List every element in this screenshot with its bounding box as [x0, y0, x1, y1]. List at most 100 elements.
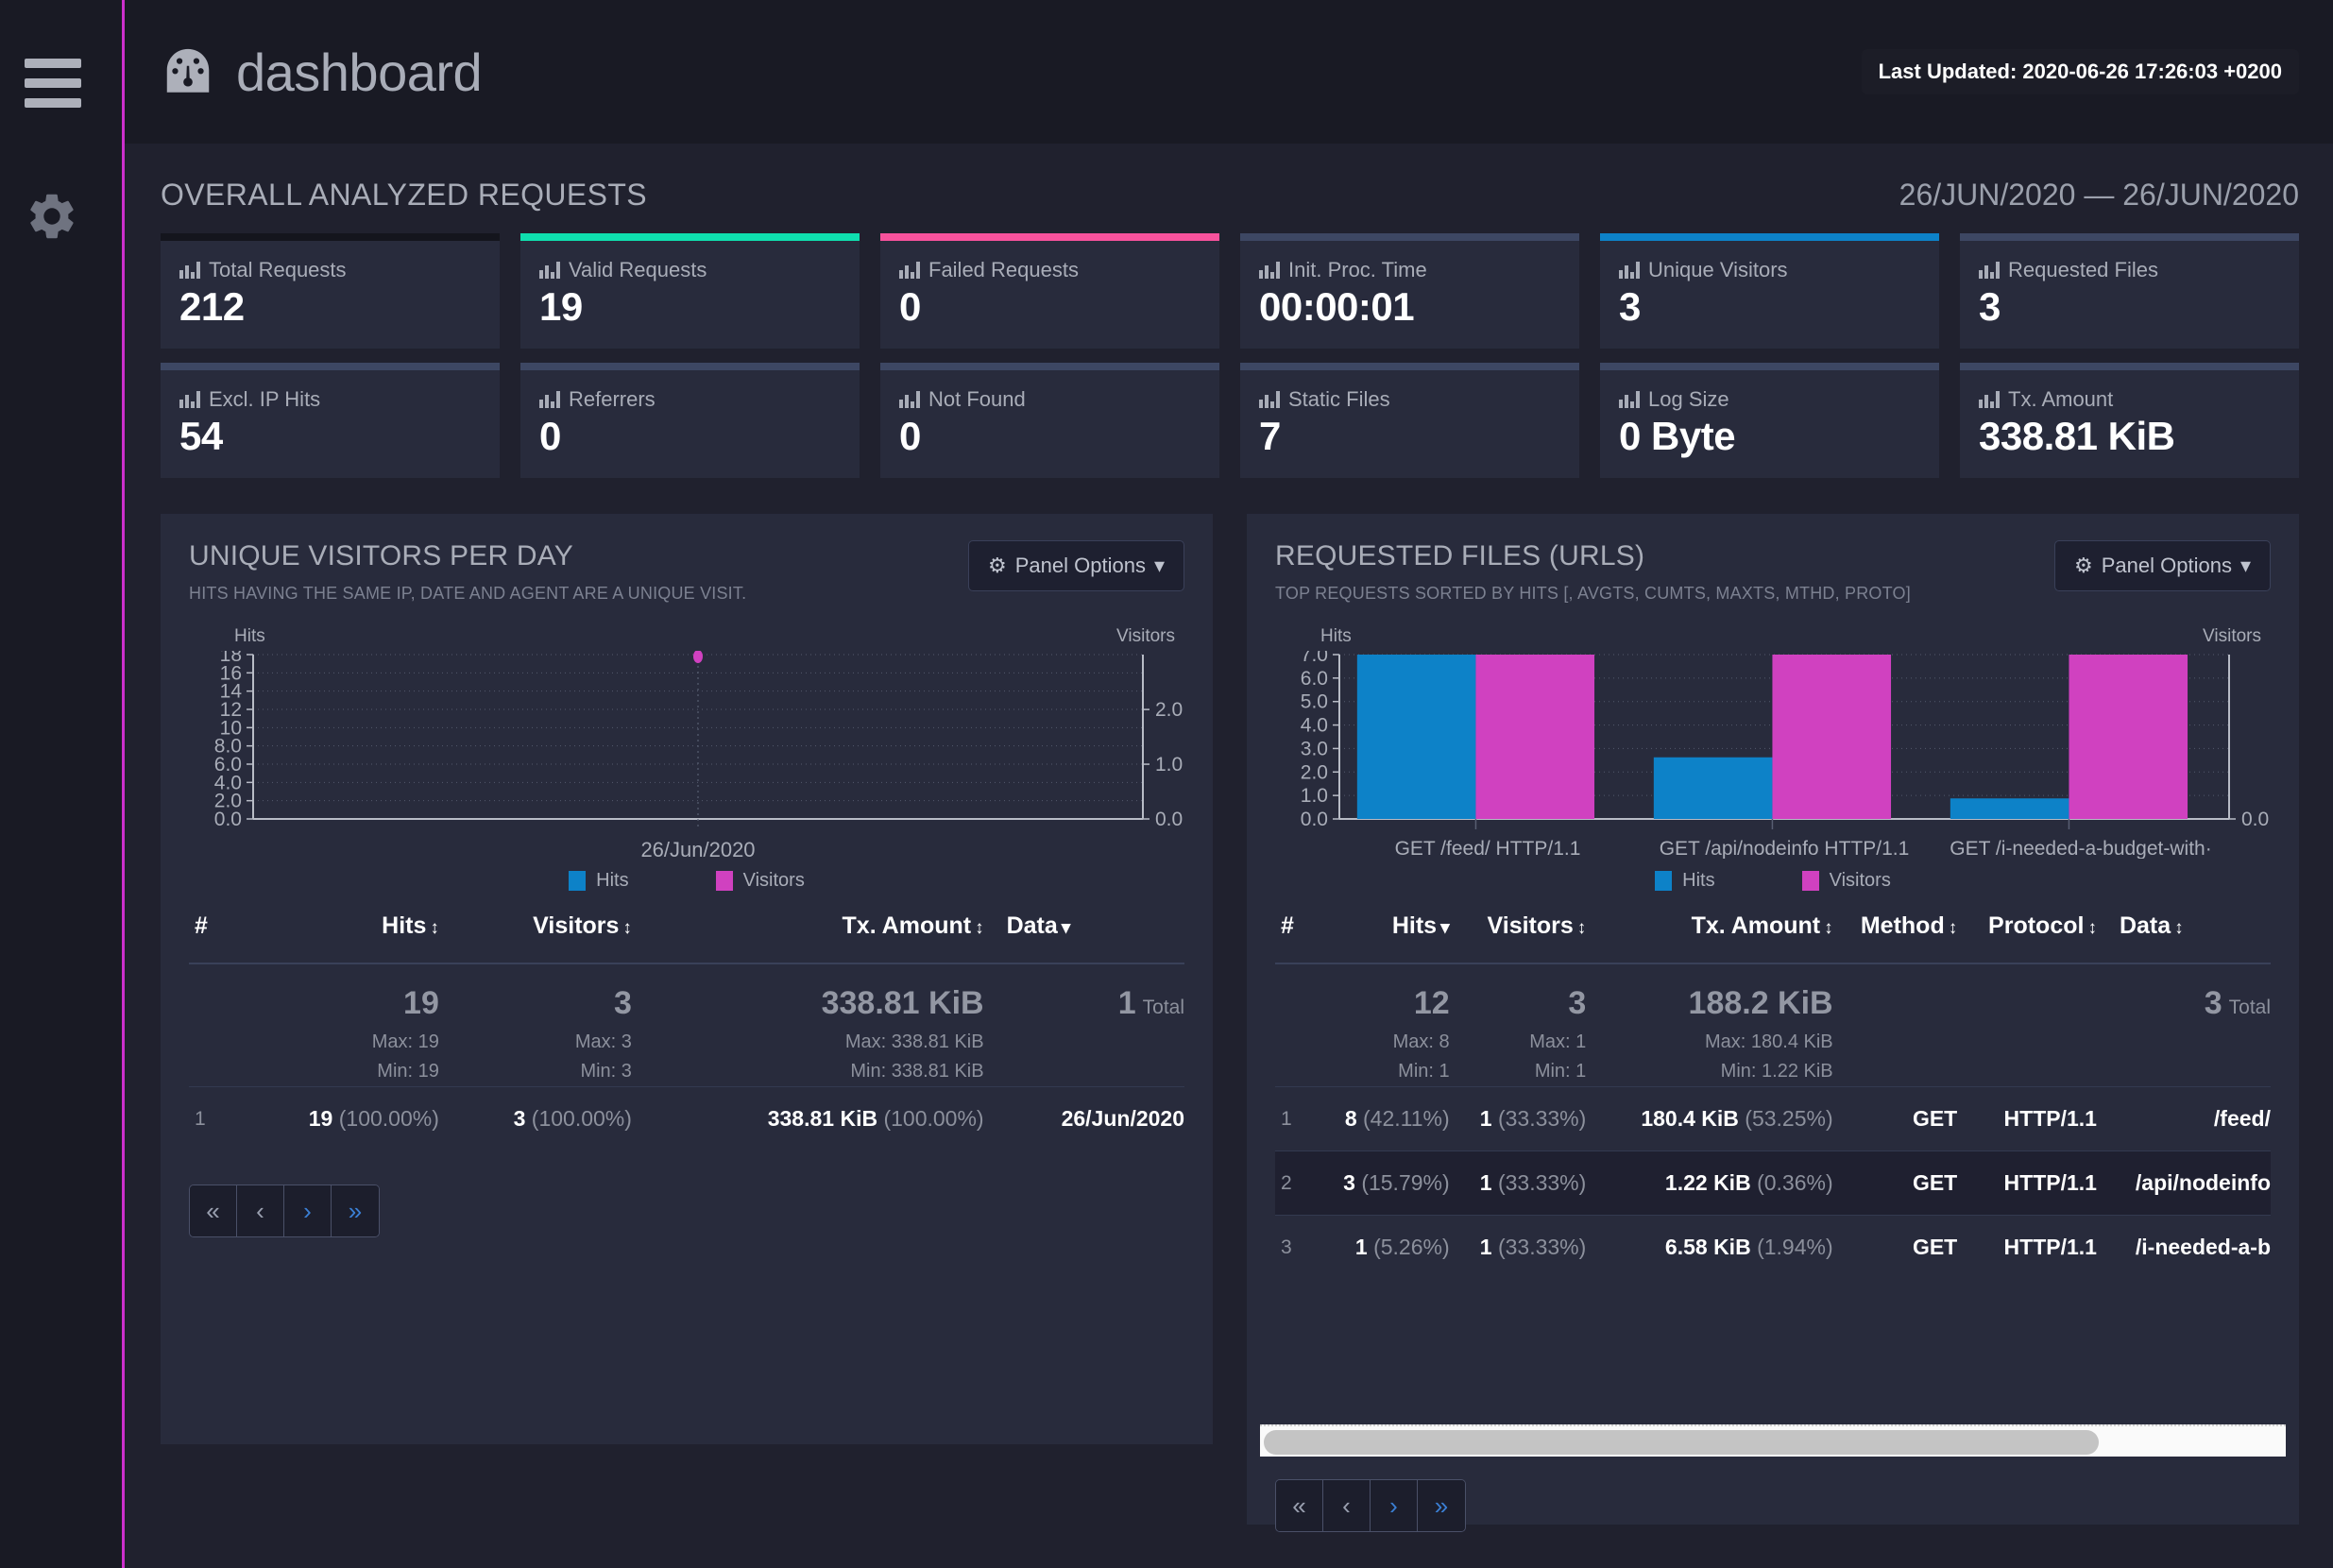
legend-item-hits[interactable]: Hits	[1655, 870, 1714, 892]
panel-requested-files: REQUESTED FILES (URLS) TOP REQUESTS SORT…	[1247, 514, 2299, 1525]
minrow-blank	[984, 1057, 1184, 1087]
column-header-label: Data	[2120, 912, 2171, 939]
legend-label-hits: Hits	[596, 870, 628, 892]
svg-text:GET /feed/ HTTP/1.1: GET /feed/ HTTP/1.1	[1395, 838, 1581, 859]
stat-label: Tx. Amount	[1979, 387, 2280, 412]
legend-item-hits[interactable]: Hits	[569, 870, 628, 892]
svg-text:1.0: 1.0	[1301, 785, 1328, 807]
stat-value: 0	[539, 416, 841, 457]
summary-min-row: Min: 1 Min: 1 Min: 1.22 KiB	[1275, 1057, 2271, 1087]
chart-y-axis-label: Hits	[234, 626, 265, 647]
column-header-hits[interactable]: Hits▾	[1313, 892, 1450, 963]
row-data: 26/Jun/2020	[984, 1087, 1184, 1151]
stat-value: 3	[1619, 286, 1920, 328]
table-row[interactable]: 18 (42.11%)1 (33.33%)180.4 KiB (53.25%)G…	[1275, 1087, 2271, 1151]
max-tx: Max: 338.81 KiB	[632, 1028, 984, 1057]
pager-first-button[interactable]: «	[190, 1185, 237, 1236]
table-body: 119 (100.00%)3 (100.00%)338.81 KiB (100.…	[189, 1087, 1184, 1151]
stat-value: 19	[539, 286, 841, 328]
hamburger-icon[interactable]	[25, 59, 81, 118]
legend-item-visitors[interactable]: Visitors	[1802, 870, 1891, 892]
column-header-visitors[interactable]: Visitors↕	[439, 892, 632, 963]
pager-last-button[interactable]: »	[1418, 1480, 1465, 1531]
scrollbar-thumb[interactable]	[1264, 1430, 2099, 1455]
pager-prev-button[interactable]: ‹	[237, 1185, 284, 1236]
stat-label-text: Requested Files	[2008, 258, 2158, 282]
table-header: #Hits▾Visitors↕Tx. Amount↕Method↕Protoco…	[1275, 892, 2271, 963]
sort-both-icon: ↕	[2087, 918, 2097, 938]
panel-options-button[interactable]: ⚙ Panel Options ▾	[2054, 540, 2271, 591]
stat-value: 338.81 KiB	[1979, 416, 2280, 457]
stat-column: Failed Requests0 Not Found 0	[880, 233, 1219, 478]
stat-value: 7	[1259, 416, 1560, 457]
panel-unique-visitors-per-day: UNIQUE VISITORS PER DAY HITS HAVING THE …	[161, 514, 1213, 1444]
column-header-index[interactable]: #	[189, 892, 227, 963]
pager-first-button[interactable]: «	[1276, 1480, 1323, 1531]
stat-value: 0 Byte	[1619, 416, 1920, 457]
column-header-protocol[interactable]: Protocol↕	[1957, 892, 2097, 963]
pager-last-button[interactable]: »	[332, 1185, 379, 1236]
top-bar: dashboard Last Updated: 2020-06-26 17:26…	[125, 0, 2333, 144]
pagination-right[interactable]: « ‹ › »	[1275, 1479, 1466, 1532]
svg-text:GET /api/nodeinfo HTTP/1.1: GET /api/nodeinfo HTTP/1.1	[1660, 838, 1910, 859]
chart-right-svg: 0.01.02.03.04.05.06.07.00.0GET /feed/ HT…	[1275, 651, 2295, 859]
svg-text:1.0: 1.0	[1155, 754, 1183, 775]
stat-label-text: Unique Visitors	[1648, 258, 1788, 282]
panels-row: UNIQUE VISITORS PER DAY HITS HAVING THE …	[125, 478, 2333, 1525]
column-header-hits[interactable]: Hits↕	[227, 892, 439, 963]
gear-icon: ⚙	[988, 554, 1007, 578]
row-index: 2	[1275, 1151, 1313, 1216]
table-row[interactable]: 119 (100.00%)3 (100.00%)338.81 KiB (100.…	[189, 1087, 1184, 1151]
row-method: GET	[1833, 1216, 1958, 1280]
stat-box: Failed Requests0	[880, 233, 1219, 349]
table-row[interactable]: 31 (5.26%)1 (33.33%)6.58 KiB (1.94%)GETH…	[1275, 1216, 2271, 1280]
column-header-data[interactable]: Data▾	[984, 892, 1184, 963]
pager-next-button[interactable]: ›	[284, 1185, 332, 1236]
bar-chart-icon	[1259, 391, 1280, 408]
stat-label: Referrers	[539, 387, 841, 412]
row-visitors: 1 (33.33%)	[1450, 1216, 1587, 1280]
stat-box: Excl. IP Hits54	[161, 363, 500, 478]
summary-total-label: Total	[1143, 997, 1184, 1018]
column-header-tx-amount[interactable]: Tx. Amount↕	[632, 892, 984, 963]
bar-chart-icon	[179, 262, 200, 279]
panel-title: REQUESTED FILES (URLS)	[1275, 540, 1911, 572]
row-index: 1	[1275, 1087, 1313, 1151]
max-hits: Max: 19	[227, 1028, 439, 1057]
row-visitors: 3 (100.00%)	[439, 1087, 632, 1151]
horizontal-scrollbar[interactable]	[1260, 1424, 2286, 1457]
pagination-left[interactable]: « ‹ › »	[189, 1185, 380, 1237]
min-visitors: Min: 1	[1450, 1057, 1587, 1087]
stat-label-text: Failed Requests	[928, 258, 1079, 282]
row-protocol: HTTP/1.1	[1957, 1216, 2097, 1280]
stat-label-text: Not Found	[928, 387, 1026, 412]
summary-tx: 338.81 KiB	[632, 963, 984, 1028]
chart-unique-visitors[interactable]: Hits Visitors 0.02.04.06.08.010121416180…	[189, 626, 1184, 862]
hamburger-bar	[25, 98, 81, 108]
stat-label-text: Tx. Amount	[2008, 387, 2113, 412]
svg-text:4.0: 4.0	[1301, 715, 1328, 737]
table-row[interactable]: 23 (15.79%)1 (33.33%)1.22 KiB (0.36%)GET…	[1275, 1151, 2271, 1216]
pager-next-button[interactable]: ›	[1371, 1480, 1418, 1531]
maxrow-blank2	[1957, 1028, 2097, 1057]
stat-value: 0	[899, 416, 1201, 457]
column-header-tx-amount[interactable]: Tx. Amount↕	[1586, 892, 1832, 963]
panel-options-button[interactable]: ⚙ Panel Options ▾	[968, 540, 1184, 591]
maxrow-blank1	[1833, 1028, 1958, 1057]
svg-text:2.0: 2.0	[1301, 761, 1328, 783]
panel-subtitle: TOP REQUESTS SORTED BY HITS [, AVGTS, CU…	[1275, 584, 1911, 604]
svg-text:6.0: 6.0	[1301, 668, 1328, 690]
sort-both-icon: ↕	[1824, 918, 1833, 938]
row-visitors: 1 (33.33%)	[1450, 1151, 1587, 1216]
gear-icon[interactable]	[25, 189, 79, 244]
column-header-method[interactable]: Method↕	[1833, 892, 1958, 963]
pager-prev-button[interactable]: ‹	[1323, 1480, 1371, 1531]
row-hits: 8 (42.11%)	[1313, 1087, 1450, 1151]
overall-section: OVERALL ANALYZED REQUESTS 26/JUN/2020 — …	[125, 144, 2333, 478]
column-header-visitors[interactable]: Visitors↕	[1450, 892, 1587, 963]
stat-box: Referrers 0	[520, 363, 860, 478]
column-header-data[interactable]: Data↕	[2097, 892, 2271, 963]
chart-requested-files[interactable]: Hits Visitors 0.01.02.03.04.05.06.07.00.…	[1275, 626, 2271, 862]
legend-item-visitors[interactable]: Visitors	[716, 870, 805, 892]
column-header-index[interactable]: #	[1275, 892, 1313, 963]
